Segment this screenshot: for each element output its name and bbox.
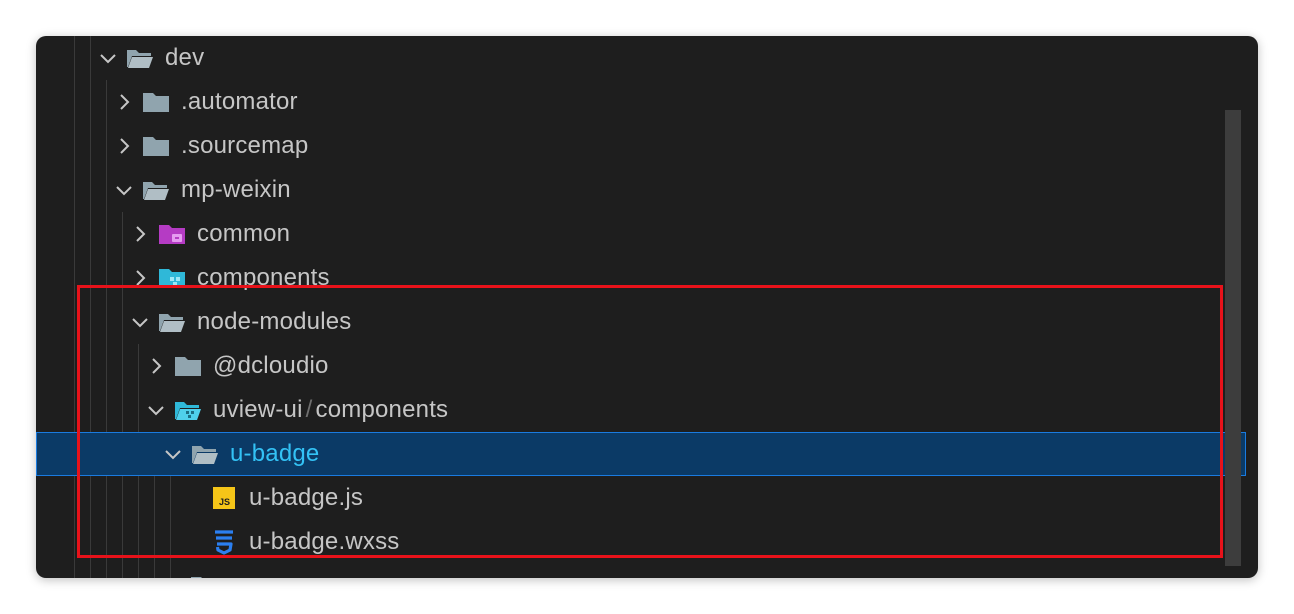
chevron-right-icon[interactable] <box>112 134 136 158</box>
folder-icon <box>142 134 170 158</box>
chevron-right-icon[interactable] <box>128 222 152 246</box>
tree-item-components[interactable]: components <box>36 256 1246 300</box>
chevron-down-icon[interactable] <box>128 310 152 334</box>
path-separator: / <box>305 396 313 423</box>
tree-item-label: .sourcemap <box>181 132 309 159</box>
tree-item-sourcemap[interactable]: .sourcemap <box>36 124 1246 168</box>
tree-item-dev[interactable]: dev <box>36 36 1246 80</box>
tree-item-mp-weixin[interactable]: mp-weixin <box>36 168 1246 212</box>
tree-item-label: @dcloudio <box>213 352 329 379</box>
chevron-down-icon[interactable] <box>161 442 185 466</box>
tree-item-label: u-badge.wxss <box>249 528 400 555</box>
folder-common-icon <box>158 222 186 246</box>
chevron-right-icon[interactable] <box>128 266 152 290</box>
chevron-down-icon[interactable] <box>112 178 136 202</box>
css-file-icon <box>210 530 238 555</box>
tree-item-u-badge-wxss[interactable]: u-badge.wxss <box>36 520 1246 564</box>
tree-item-label: node-modules <box>197 308 352 335</box>
tree-item-dcloudio[interactable]: @dcloudio <box>36 344 1246 388</box>
folder-open-icon <box>142 178 170 202</box>
chevron-right-icon[interactable] <box>144 354 168 378</box>
chevron-down-icon[interactable] <box>144 398 168 422</box>
tree-item-label: dev <box>165 44 205 71</box>
folder-icon <box>190 574 218 578</box>
tree-item-label: components <box>197 264 330 291</box>
tree-item-partial[interactable] <box>36 564 1246 578</box>
folder-components-icon <box>158 266 186 290</box>
tree-item-label-part: uview-ui <box>213 396 303 423</box>
folder-open-icon <box>191 442 219 466</box>
tree-item-label-part: components <box>315 396 449 423</box>
javascript-file-icon: JS <box>210 486 238 510</box>
tree-item-label: u-badge <box>230 440 320 467</box>
tree-item-u-badge-js[interactable]: JS u-badge.js <box>36 476 1246 520</box>
js-badge-text: JS <box>219 497 230 507</box>
tree-item-u-badge[interactable]: u-badge <box>36 432 1246 476</box>
folder-open-icon <box>158 310 186 334</box>
chevron-right-icon[interactable] <box>160 574 184 578</box>
tree-item-automator[interactable]: .automator <box>36 80 1246 124</box>
chevron-right-icon[interactable] <box>112 90 136 114</box>
folder-icon <box>174 354 202 378</box>
tree-item-label: uview-ui / components <box>213 396 448 424</box>
tree-item-node-modules[interactable]: node-modules <box>36 300 1246 344</box>
folder-open-icon <box>126 46 154 70</box>
folder-components-open-icon <box>174 398 202 422</box>
folder-icon <box>142 90 170 114</box>
tree-item-label: .automator <box>181 88 298 115</box>
tree-item-label: u-badge.js <box>249 484 364 511</box>
file-explorer-tree: dev .automator .sourcemap mp-weixin comm… <box>36 36 1258 578</box>
tree-item-label: common <box>197 220 291 247</box>
vertical-scrollbar[interactable] <box>1225 110 1241 566</box>
tree-item-common[interactable]: common <box>36 212 1246 256</box>
chevron-down-icon[interactable] <box>96 46 120 70</box>
tree-item-label: mp-weixin <box>181 176 291 203</box>
tree-item-uview-ui-components[interactable]: uview-ui / components <box>36 388 1246 432</box>
